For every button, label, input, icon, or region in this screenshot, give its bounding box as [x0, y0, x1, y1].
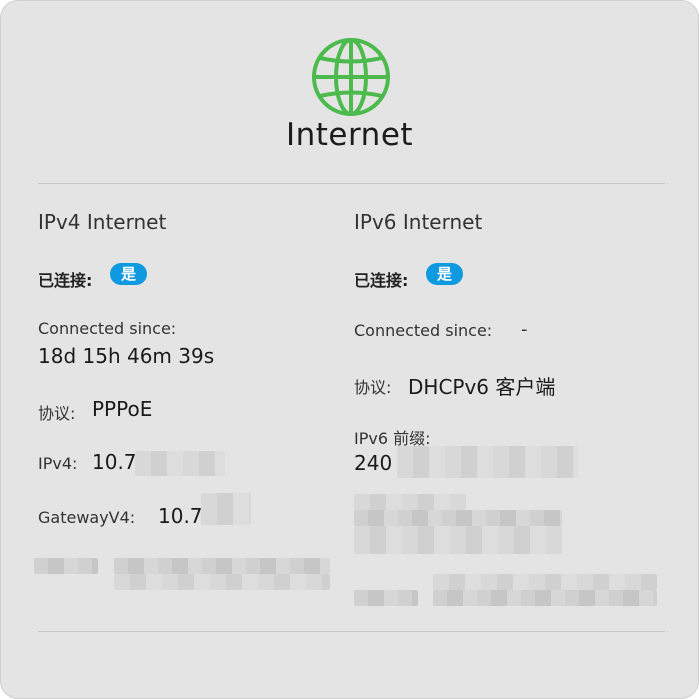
ipv4-redacted-row-b: [114, 558, 330, 574]
ipv4-gateway-value: 10.7: [158, 504, 203, 528]
top-divider: [38, 183, 665, 184]
ipv6-prefix-redacted: [397, 446, 578, 478]
ipv4-protocol-value: PPPoE: [92, 397, 153, 421]
ipv4-redacted-row-a: [34, 558, 98, 574]
ipv4-connected-label: 已连接:: [38, 271, 93, 290]
ipv4-redacted-row-c: [114, 574, 330, 590]
ipv6-redacted-row-b: [354, 510, 562, 526]
ipv4-connected-since-value: 18d 15h 46m 39s: [38, 344, 215, 368]
ipv6-protocol-label: 协议:: [354, 378, 392, 397]
ipv6-prefix-value: 240: [354, 451, 393, 475]
ipv4-gateway-redacted: [201, 493, 251, 525]
ipv6-redacted-row-c: [354, 526, 562, 554]
ipv4-section-title: IPv4 Internet: [38, 210, 167, 234]
ipv4-address-redacted: [135, 451, 225, 476]
ipv6-redacted-row-f: [433, 590, 657, 606]
ipv6-protocol-value: DHCPv6 客户端: [408, 375, 556, 399]
ipv6-connected-since-value: -: [521, 319, 528, 340]
page-title: Internet: [285, 117, 414, 153]
internet-status-card: Internet IPv4 Internet 已连接: 是 Connected …: [0, 0, 699, 699]
ipv6-redacted-row-a: [354, 494, 466, 510]
ipv6-connected-badge: 是: [426, 263, 463, 285]
ipv6-section-title: IPv6 Internet: [354, 210, 483, 234]
ipv6-connected-label: 已连接:: [354, 271, 409, 290]
globe-icon: [312, 38, 390, 116]
ipv6-connected-since-label: Connected since:: [354, 321, 493, 340]
ipv4-address-value: 10.7: [92, 450, 137, 474]
ipv4-address-label: IPv4:: [38, 454, 78, 473]
ipv4-connected-badge: 是: [110, 263, 147, 285]
bottom-divider: [38, 631, 665, 632]
ipv4-protocol-label: 协议:: [38, 404, 76, 423]
ipv4-gateway-label: GatewayV4:: [38, 508, 136, 527]
ipv6-redacted-row-e: [354, 590, 418, 606]
ipv6-redacted-row-d: [433, 574, 657, 590]
ipv4-connected-since-label: Connected since:: [38, 319, 177, 338]
